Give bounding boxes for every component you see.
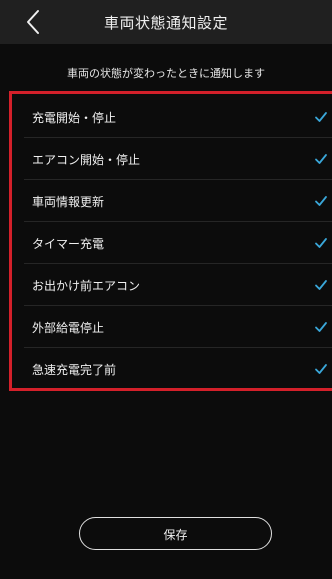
notification-item[interactable]: 急速充電完了前	[12, 348, 332, 390]
checkmark-icon	[315, 196, 327, 206]
notification-item-label: 車両情報更新	[32, 195, 105, 209]
notification-item[interactable]: 車両情報更新	[12, 180, 332, 222]
notification-item-label: エアコン開始・停止	[32, 153, 141, 167]
notification-item-label: 外部給電停止	[32, 321, 105, 335]
checkmark-icon	[315, 364, 327, 374]
notification-item-label: お出かけ前エアコン	[32, 279, 141, 293]
notification-item[interactable]: 外部給電停止	[12, 306, 332, 348]
checkmark-icon	[315, 238, 327, 248]
notification-item[interactable]: お出かけ前エアコン	[12, 264, 332, 306]
page-subtitle: 車両の状態が変わったときに通知します	[67, 67, 265, 80]
notification-item-label: タイマー充電	[32, 237, 105, 251]
notification-item-label: 急速充電完了前	[32, 363, 117, 377]
notification-item[interactable]: エアコン開始・停止	[12, 138, 332, 180]
checkmark-icon	[315, 280, 327, 290]
page-title: 車両状態通知設定	[103, 14, 228, 32]
notification-item[interactable]: タイマー充電	[12, 222, 332, 264]
checkmark-icon	[315, 154, 327, 164]
header-bar: 車両状態通知設定	[0, 0, 332, 44]
notification-item-label: 充電開始・停止	[32, 111, 117, 125]
checkmark-icon	[315, 322, 327, 332]
save-button[interactable]: 保存	[79, 517, 272, 550]
notification-item[interactable]: 充電開始・停止	[12, 96, 332, 138]
checkmark-icon	[315, 112, 327, 122]
save-button-label: 保存	[163, 528, 188, 542]
